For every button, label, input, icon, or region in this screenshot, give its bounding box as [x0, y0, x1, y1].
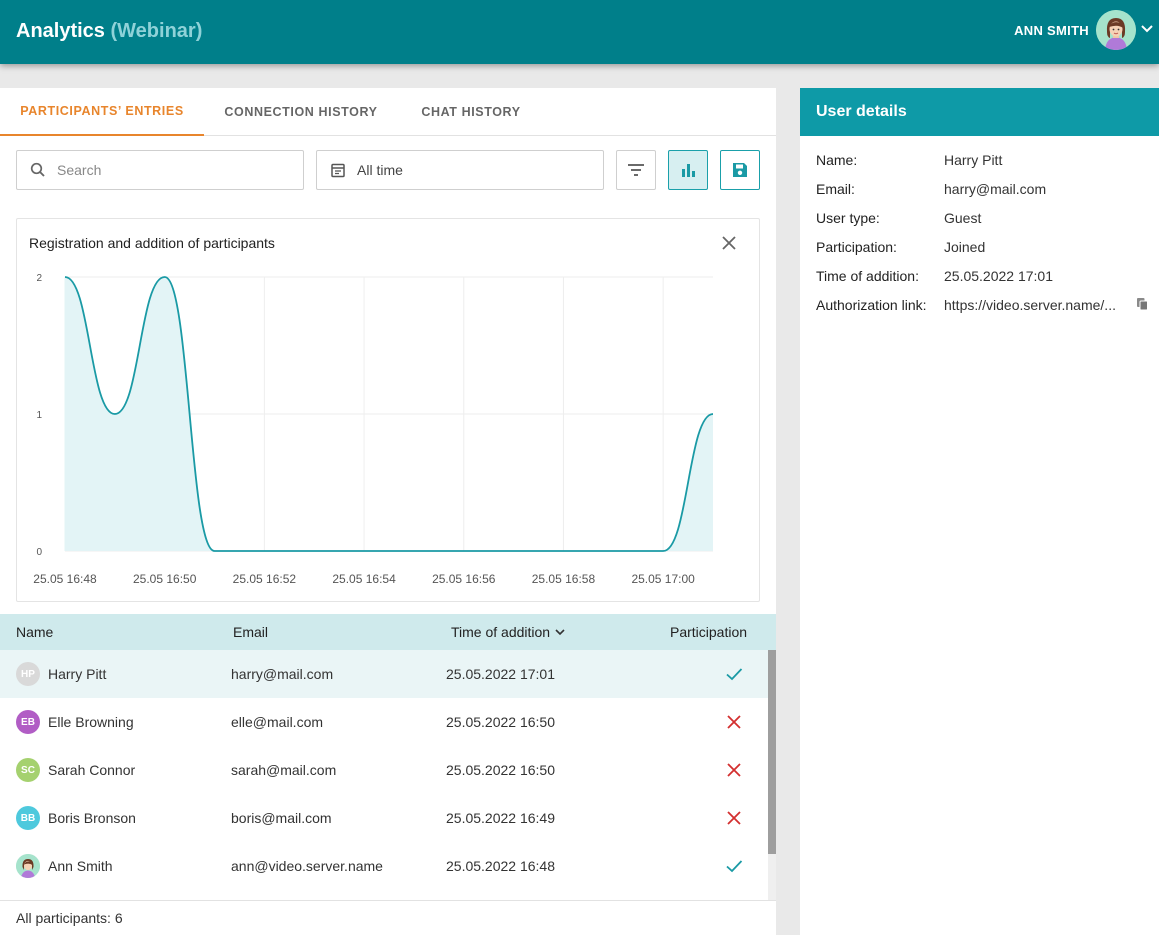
chart-card: Registration and addition of participant… — [16, 218, 760, 602]
detail-label-name: Name: — [816, 152, 858, 168]
column-header-time-label: Time of addition — [451, 624, 551, 640]
participant-time: 25.05.2022 16:50 — [446, 762, 555, 778]
x-tick-label: 25.05 16:50 — [133, 572, 197, 586]
table-row[interactable]: HP Harry Pitt harry@mail.com 25.05.2022 17:… — [0, 650, 768, 698]
detail-label-email: Email: — [816, 181, 855, 197]
x-tick-label: 25.05 16:58 — [532, 572, 596, 586]
detail-value-auth-link[interactable]: https://video.server.name/... — [944, 297, 1116, 313]
y-tick-label: 1 — [36, 410, 42, 421]
search-input[interactable] — [57, 162, 287, 178]
check-icon — [726, 860, 743, 873]
y-tick-label: 2 — [36, 273, 42, 284]
table-row[interactable]: EB Elle Browning elle@mail.com 25.05.2022 1… — [0, 698, 768, 746]
column-header-time[interactable]: Time of addition — [451, 614, 566, 650]
user-details-title: User details — [800, 88, 1159, 136]
participant-time: 25.05.2022 16:49 — [446, 810, 555, 826]
detail-value-participation: Joined — [944, 239, 986, 255]
x-tick-label: 25.05 17:00 — [631, 572, 695, 586]
sort-down-icon — [555, 629, 565, 636]
column-header-participation[interactable]: Participation — [670, 614, 747, 650]
participant-email: elle@mail.com — [231, 714, 324, 730]
detail-value-time: 25.05.2022 17:01 — [944, 268, 1053, 284]
page-title: Analytics (Webinar) — [16, 20, 202, 43]
check-icon — [726, 668, 743, 681]
table-header: Name Email Time of addition Participatio… — [0, 614, 776, 650]
avatar: SC — [16, 758, 40, 782]
participant-name: Ann Smith — [48, 858, 113, 874]
detail-value-user-type: Guest — [944, 210, 982, 226]
chart-toggle-button[interactable] — [668, 150, 708, 190]
table-footer: All participants: 6 — [0, 900, 776, 935]
chevron-down-icon[interactable] — [1140, 22, 1154, 36]
participant-name: Boris Bronson — [48, 810, 136, 826]
cross-icon — [727, 811, 741, 825]
cross-icon — [727, 715, 741, 729]
filter-icon — [628, 164, 644, 176]
table-row[interactable]: SC Sarah Connor sarah@mail.com 25.05.2022 1… — [0, 746, 768, 794]
table-row[interactable]: Ann Smith ann@video.server.name 25.05.2022… — [0, 842, 768, 890]
participant-email: ann@video.server.name — [231, 858, 383, 874]
table-row[interactable]: BB Boris Bronson boris@mail.com 25.05.2022 … — [0, 794, 768, 842]
tab-bar: PARTICIPANTS’ ENTRIES CONNECTION HISTORY… — [0, 88, 776, 136]
top-bar: Analytics (Webinar) ANN SMITH — [0, 0, 1159, 64]
bar-chart-icon — [682, 164, 695, 177]
x-tick-label: 25.05 16:52 — [233, 572, 297, 586]
app-subtitle: (Webinar) — [110, 20, 203, 42]
chart-plot: 2 1 0 25.05 16:48 25.05 16:50 25.05 16:52 25.0… — [33, 273, 714, 586]
avatar: HP — [16, 662, 40, 686]
cross-icon — [727, 763, 741, 777]
participant-time: 25.05.2022 16:50 — [446, 714, 555, 730]
detail-label-participation: Participation: — [816, 239, 897, 255]
detail-value-name: Harry Pitt — [944, 152, 1003, 168]
x-tick-label: 25.05 16:56 — [432, 572, 496, 586]
participant-time: 25.05.2022 16:48 — [446, 858, 555, 874]
table-scrollbar[interactable] — [768, 650, 776, 900]
date-range-select[interactable]: All time — [316, 150, 604, 190]
x-tick-label: 25.05 16:54 — [332, 572, 396, 586]
tab-chat-history[interactable]: CHAT HISTORY — [398, 88, 544, 136]
detail-label-user-type: User type: — [816, 210, 880, 226]
participants-panel: PARTICIPANTS’ ENTRIES CONNECTION HISTORY… — [0, 88, 776, 935]
search-field[interactable] — [16, 150, 304, 190]
detail-label-auth-link: Authorization link: — [816, 297, 927, 313]
participant-email: boris@mail.com — [231, 810, 332, 826]
participant-email: sarah@mail.com — [231, 762, 337, 778]
column-header-email[interactable]: Email — [233, 614, 268, 650]
participant-email: harry@mail.com — [231, 666, 334, 682]
x-tick-label: 25.05 16:48 — [33, 572, 97, 586]
search-icon — [30, 162, 45, 177]
participants-count: All participants: 6 — [16, 910, 123, 926]
column-header-name[interactable]: Name — [16, 614, 53, 650]
filter-button[interactable] — [616, 150, 656, 190]
calendar-icon — [331, 163, 345, 178]
avatar — [16, 854, 40, 878]
participant-name: Sarah Connor — [48, 762, 136, 778]
user-avatar[interactable] — [1096, 10, 1136, 50]
scrollbar-thumb[interactable] — [768, 650, 776, 854]
save-button[interactable] — [720, 150, 760, 190]
tab-connection-history[interactable]: CONNECTION HISTORY — [204, 88, 398, 136]
avatar: EB — [16, 710, 40, 734]
save-icon — [733, 163, 747, 177]
date-range-value: All time — [357, 162, 403, 178]
tab-participants-entries[interactable]: PARTICIPANTS’ ENTRIES — [0, 88, 204, 136]
participant-time: 25.05.2022 17:01 — [446, 666, 555, 682]
app-title-text: Analytics — [16, 20, 105, 42]
avatar: BB — [16, 806, 40, 830]
participant-name: Harry Pitt — [48, 666, 107, 682]
copy-icon[interactable] — [1136, 297, 1149, 311]
detail-value-email: harry@mail.com — [944, 181, 1047, 197]
user-details-panel: User details Name: Harry Pitt Email: har… — [800, 88, 1159, 935]
participant-name: Elle Browning — [48, 714, 134, 730]
user-menu-name[interactable]: ANN SMITH — [1014, 23, 1089, 38]
y-tick-label: 0 — [36, 547, 42, 558]
participants-table-body: HP Harry Pitt harry@mail.com 25.05.2022 17:… — [0, 650, 768, 900]
detail-label-time: Time of addition: — [816, 268, 919, 284]
